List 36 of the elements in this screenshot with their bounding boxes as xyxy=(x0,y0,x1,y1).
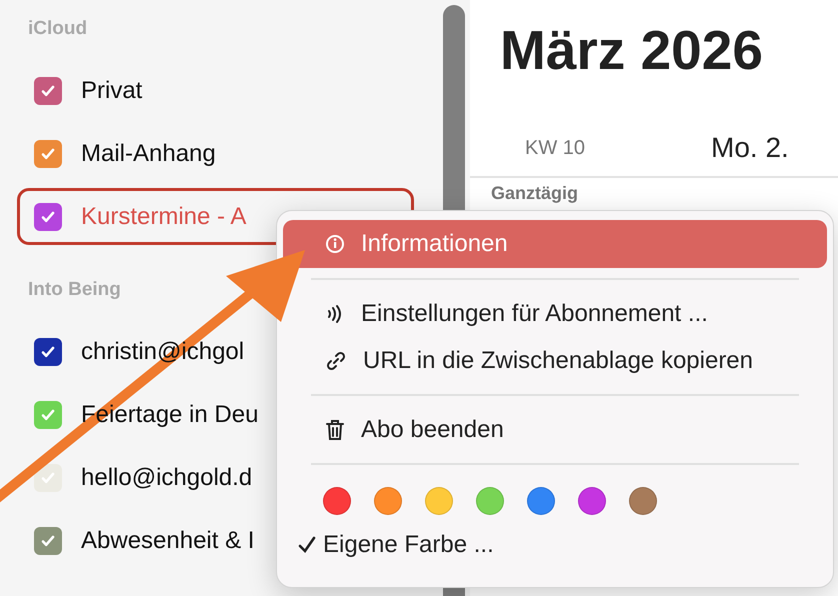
check-icon xyxy=(40,470,56,486)
calendar-checkbox[interactable] xyxy=(34,202,62,230)
check-icon xyxy=(40,406,56,422)
check-icon xyxy=(40,344,56,360)
day-heading: Mo. 2. xyxy=(711,132,789,164)
color-swatch[interactable] xyxy=(425,487,453,515)
section-title: Into Being xyxy=(27,279,122,302)
calendar-checkbox[interactable] xyxy=(34,338,62,366)
link-icon xyxy=(325,350,347,372)
color-swatch[interactable] xyxy=(629,487,657,515)
color-swatch[interactable] xyxy=(578,487,606,515)
check-icon xyxy=(40,532,56,548)
trash-icon xyxy=(325,418,345,440)
menu-item[interactable]: Einstellungen für Abonnement ... xyxy=(283,290,827,337)
month-title: März 2026 xyxy=(499,18,764,83)
calendar-checkbox[interactable] xyxy=(34,526,62,554)
week-number: KW 10 xyxy=(525,136,586,160)
info-icon xyxy=(325,234,345,254)
custom-color-item[interactable]: Eigene Farbe ... xyxy=(283,525,827,559)
check-icon xyxy=(40,82,56,98)
color-swatch[interactable] xyxy=(323,487,351,515)
color-swatch[interactable] xyxy=(527,487,555,515)
menu-item[interactable]: URL in die Zwischenablage kopieren xyxy=(283,337,827,384)
calendar-item[interactable]: Privat xyxy=(17,62,414,119)
calendar-item[interactable]: Mail-Anhang xyxy=(17,125,414,182)
color-swatch[interactable] xyxy=(374,487,402,515)
all-day-label: Ganztägig xyxy=(490,182,580,203)
check-icon xyxy=(40,208,56,224)
check-icon xyxy=(40,146,56,162)
calendar-checkbox[interactable] xyxy=(34,140,62,168)
checkmark-icon xyxy=(297,535,317,555)
menu-item[interactable]: Informationen xyxy=(283,220,827,268)
section-title: iCloud xyxy=(27,18,88,41)
calendar-checkbox[interactable] xyxy=(34,76,62,104)
calendar-checkbox[interactable] xyxy=(34,400,62,428)
color-swatch[interactable] xyxy=(476,487,504,515)
